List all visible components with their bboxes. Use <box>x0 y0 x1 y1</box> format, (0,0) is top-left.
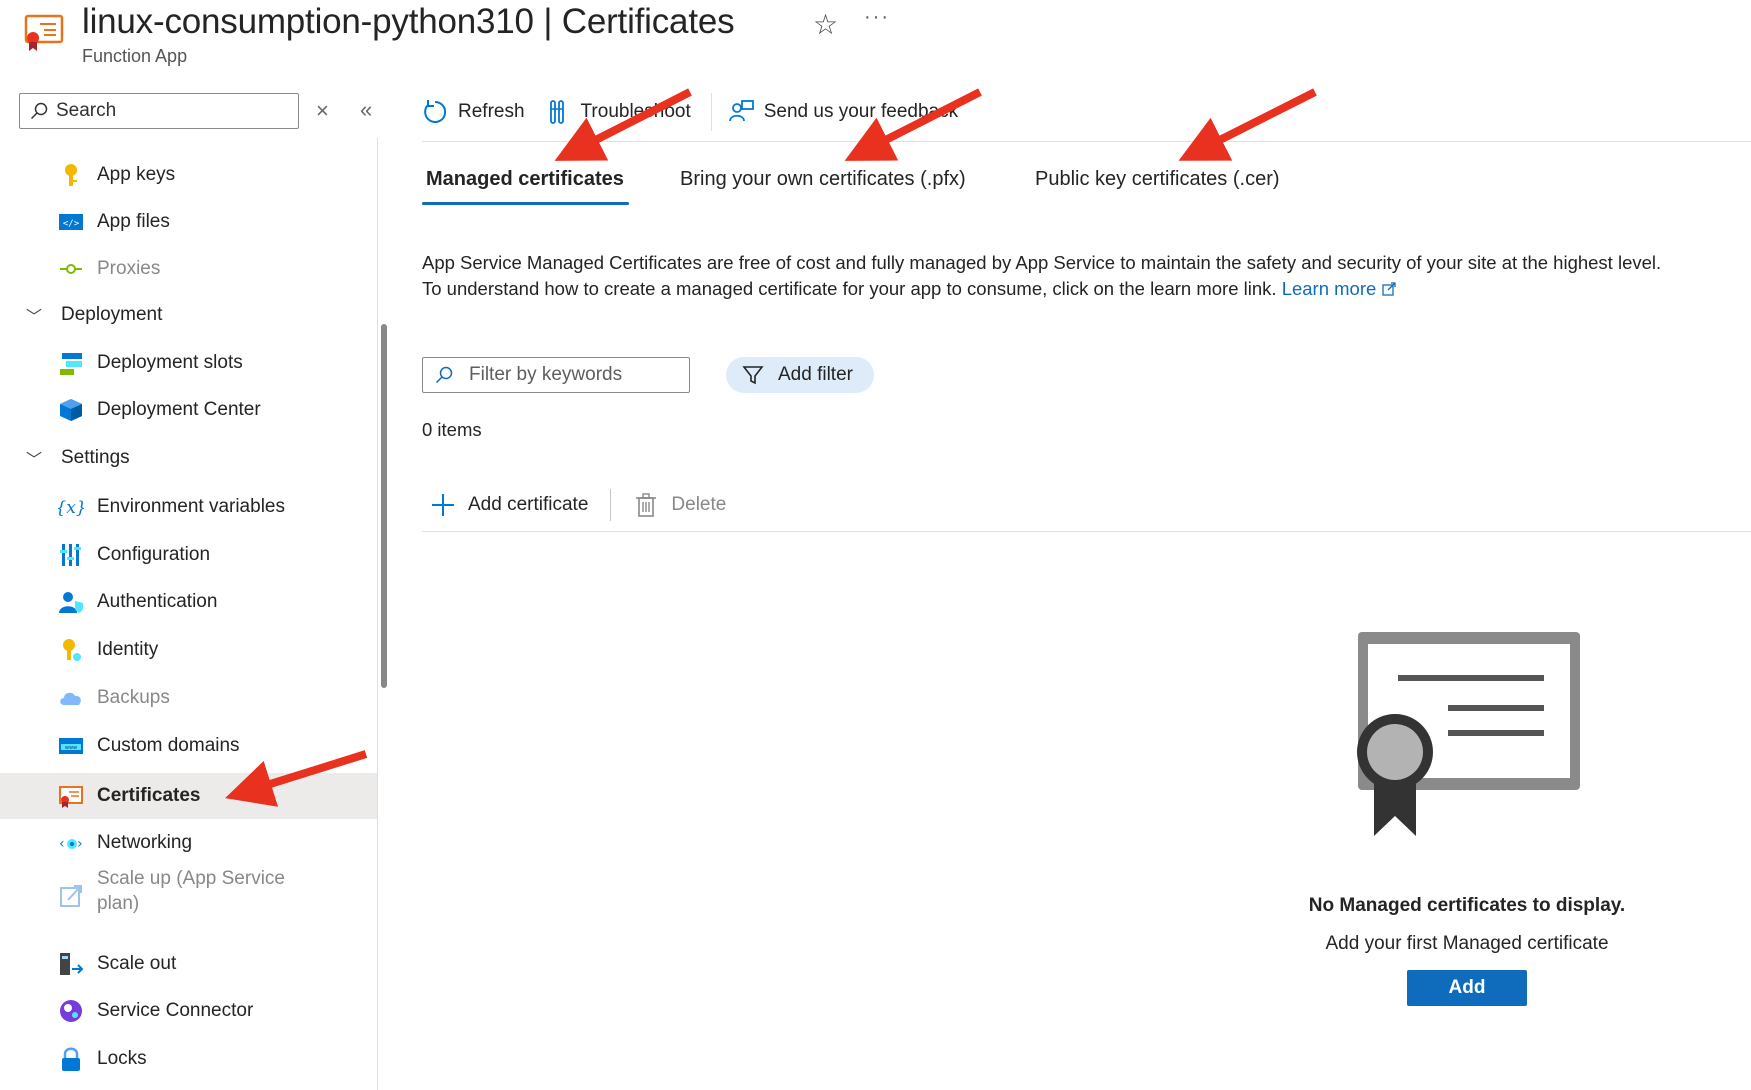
nav-item-proxies[interactable]: Proxies <box>0 246 377 292</box>
nav-item-locks[interactable]: Locks <box>0 1036 377 1082</box>
certificate-icon <box>59 786 83 808</box>
nav-item-app-files[interactable]: </> App files <box>0 199 377 245</box>
proxy-icon <box>60 264 82 274</box>
search-placeholder: Search <box>56 100 117 121</box>
search-icon <box>435 366 453 384</box>
nav-scrollbar[interactable] <box>381 324 387 688</box>
nav-search-input[interactable]: Search <box>19 93 299 129</box>
actions-separator <box>610 489 612 521</box>
variable-icon: {x} <box>58 498 84 518</box>
active-tab-indicator <box>422 202 629 205</box>
troubleshoot-icon <box>549 100 564 124</box>
svg-text:›: › <box>77 836 83 852</box>
feedback-button[interactable]: Send us your feedback <box>728 99 958 125</box>
scale-up-line2: plan) <box>97 893 140 914</box>
certificate-app-icon <box>24 14 64 51</box>
nav-group-deployment[interactable]: ﹀ Deployment <box>0 295 377 335</box>
identity-key-icon <box>63 639 81 661</box>
toolbar-divider <box>422 141 1751 142</box>
collapse-nav-icon[interactable]: « <box>360 97 372 123</box>
nav-item-certificates[interactable]: Certificates <box>0 773 377 819</box>
empty-state-title: No Managed certificates to display. <box>1308 895 1626 916</box>
cloud-icon <box>60 692 81 705</box>
nav-group-settings[interactable]: ﹀ Settings <box>0 438 377 478</box>
nav-item-scale-up[interactable]: Scale up (App Service plan) <box>0 868 377 924</box>
nav-item-configuration[interactable]: Configuration <box>0 532 377 578</box>
description-text: App Service Managed Certificates are fre… <box>422 250 1742 302</box>
add-certificate-button[interactable]: Add certificate <box>430 492 588 518</box>
learn-more-link[interactable]: Learn more <box>1282 278 1397 299</box>
filter-placeholder: Filter by keywords <box>469 364 623 385</box>
nav-item-environment-variables[interactable]: {x} Environment variables <box>0 484 377 530</box>
nav-item-scale-out[interactable]: Scale out <box>0 941 377 987</box>
nav-item-deployment-slots[interactable]: Deployment slots <box>0 340 377 386</box>
lock-icon <box>62 1047 80 1071</box>
empty-state-subtitle: Add your first Managed certificate <box>1325 933 1609 954</box>
resource-type-label: Function App <box>82 46 188 66</box>
tab-bring-your-own-certificates[interactable]: Bring your own certificates (.pfx) <box>680 168 966 191</box>
nav-item-identity[interactable]: Identity <box>0 627 377 673</box>
service-connector-icon <box>60 1000 82 1022</box>
nav-item-service-connector[interactable]: Service Connector <box>0 988 377 1034</box>
page-title: linux-consumption-python310 | Certificat… <box>82 2 735 41</box>
delete-button[interactable]: Delete <box>633 492 726 518</box>
chevron-down-icon: ﹀ <box>26 309 43 326</box>
nav-item-authentication[interactable]: Authentication <box>0 579 377 625</box>
filter-funnel-icon <box>742 366 764 385</box>
description-line1: App Service Managed Certificates are fre… <box>422 252 1662 273</box>
toolbar-separator <box>710 93 712 131</box>
scale-out-icon <box>60 953 84 975</box>
www-icon: www <box>59 738 83 754</box>
network-icon: ‹ › <box>59 836 83 852</box>
filter-keywords-input[interactable]: Filter by keywords <box>422 357 690 393</box>
feedback-icon <box>728 100 754 122</box>
code-file-icon: </> <box>59 214 83 230</box>
nav-item-networking[interactable]: ‹ › Networking <box>0 820 377 866</box>
items-count: 0 items <box>422 419 482 440</box>
chevron-down-icon: ﹀ <box>26 452 43 469</box>
svg-text:www: www <box>65 745 77 751</box>
nav-item-custom-domains[interactable]: www Custom domains <box>0 723 377 769</box>
tab-managed-certificates[interactable]: Managed certificates <box>426 168 624 191</box>
plus-icon <box>432 494 454 516</box>
sliders-icon <box>60 544 81 566</box>
description-line2: To understand how to create a managed ce… <box>422 278 1277 299</box>
more-options-icon[interactable]: ··· <box>864 6 890 29</box>
user-shield-icon <box>59 592 83 613</box>
cube-icon <box>60 399 82 421</box>
empty-certificate-illustration <box>1357 632 1580 836</box>
nav-item-deployment-center[interactable]: Deployment Center <box>0 387 377 433</box>
trash-icon <box>636 493 657 517</box>
tab-public-key-certificates[interactable]: Public key certificates (.cer) <box>1035 168 1280 191</box>
svg-text:‹: ‹ <box>59 836 65 852</box>
scale-up-icon <box>60 885 82 907</box>
key-icon <box>65 164 77 186</box>
command-bar: Refresh Troubleshoot Send us your feedba… <box>422 92 978 132</box>
nav-item-backups[interactable]: Backups <box>0 675 377 721</box>
add-button[interactable]: Add <box>1407 970 1527 1006</box>
certificate-actions-bar: Add certificate Delete <box>430 488 726 522</box>
add-filter-button[interactable]: Add filter <box>726 357 874 393</box>
actions-divider <box>422 531 1751 532</box>
deployment-slots-icon <box>60 353 82 375</box>
nav-item-app-keys[interactable]: App keys <box>0 152 377 198</box>
troubleshoot-button[interactable]: Troubleshoot <box>545 99 691 125</box>
svg-text:</>: </> <box>63 219 80 229</box>
external-link-icon <box>1382 282 1396 296</box>
scale-up-line1: Scale up (App Service <box>97 868 285 889</box>
favorite-star-icon[interactable]: ☆ <box>813 8 838 41</box>
nav-divider <box>377 138 378 1090</box>
clear-search-icon[interactable]: × <box>316 98 329 124</box>
search-icon <box>30 102 48 120</box>
svg-text:{x}: {x} <box>58 498 84 518</box>
refresh-icon <box>424 100 447 123</box>
refresh-button[interactable]: Refresh <box>422 99 525 125</box>
